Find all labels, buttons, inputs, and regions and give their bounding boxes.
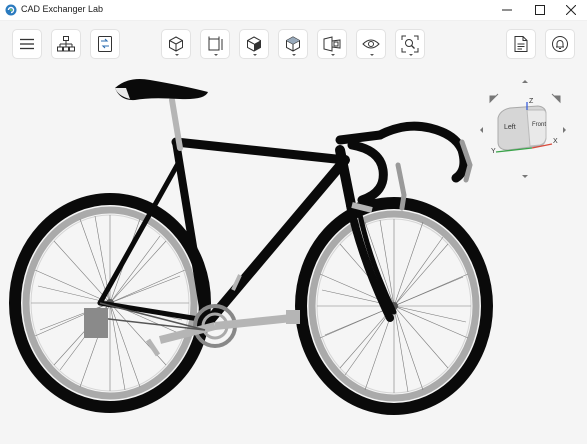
notifications-button[interactable] <box>545 29 575 59</box>
notifications-icon <box>552 36 568 52</box>
model-tree-button[interactable] <box>51 29 81 59</box>
nav-cube-face-front[interactable]: Front <box>532 122 546 128</box>
properties-icon <box>98 36 112 52</box>
clipping-plane-button[interactable] <box>200 29 230 59</box>
rotate-ccw-icon <box>489 93 499 104</box>
dropdown-caret-icon <box>292 54 296 56</box>
display-mode-icon <box>169 36 183 52</box>
zoom-fit-icon <box>401 35 419 53</box>
nav-cube-graphic <box>480 80 566 178</box>
arrow-right-icon <box>563 127 566 133</box>
handlebar <box>335 121 473 211</box>
dropdown-caret-icon <box>331 54 335 56</box>
nav-cube[interactable]: Left Front X Y Z <box>480 80 570 182</box>
dropdown-caret-icon <box>409 54 413 56</box>
dropdown-caret-icon <box>214 54 218 56</box>
zoom-fit-button[interactable] <box>395 29 425 59</box>
maximize-button[interactable] <box>524 0 556 20</box>
projection-button[interactable] <box>317 29 347 59</box>
view-orientation-button[interactable] <box>278 29 308 59</box>
visibility-button[interactable] <box>356 29 386 59</box>
rotate-cw-icon <box>551 93 561 104</box>
visibility-icon <box>362 39 380 49</box>
arrow-left-icon <box>480 127 483 133</box>
properties-button[interactable] <box>90 29 120 59</box>
close-button[interactable] <box>555 0 587 20</box>
clipping-plane-icon <box>208 36 223 51</box>
minimize-icon <box>502 9 512 11</box>
document-button[interactable] <box>506 29 536 59</box>
model-tree-icon <box>57 36 75 52</box>
display-mode-button[interactable] <box>161 29 191 59</box>
document-icon <box>514 36 528 52</box>
maximize-icon <box>535 5 545 15</box>
dropdown-caret-icon <box>175 54 179 56</box>
view-orientation-icon <box>286 36 300 52</box>
dropdown-caret-icon <box>370 54 374 56</box>
close-icon <box>566 5 576 15</box>
app-logo-icon <box>5 4 17 16</box>
minimize-button[interactable] <box>491 0 523 20</box>
axis-x-label: X <box>553 138 558 145</box>
title-bar: CAD Exchanger Lab <box>0 0 587 21</box>
dropdown-caret-icon <box>253 54 257 56</box>
shading-icon <box>247 36 261 52</box>
menu-button[interactable] <box>12 29 42 59</box>
nav-cube-face-left[interactable]: Left <box>504 124 516 131</box>
axis-y-label: Y <box>491 148 496 155</box>
arrow-down-icon <box>522 175 528 178</box>
front-wheel <box>295 197 493 415</box>
window-title: CAD Exchanger Lab <box>21 4 104 14</box>
arrow-up-icon <box>522 80 528 83</box>
shading-button[interactable] <box>239 29 269 59</box>
menu-icon <box>20 38 34 50</box>
axis-z-label: Z <box>529 98 534 105</box>
projection-icon <box>323 36 341 52</box>
